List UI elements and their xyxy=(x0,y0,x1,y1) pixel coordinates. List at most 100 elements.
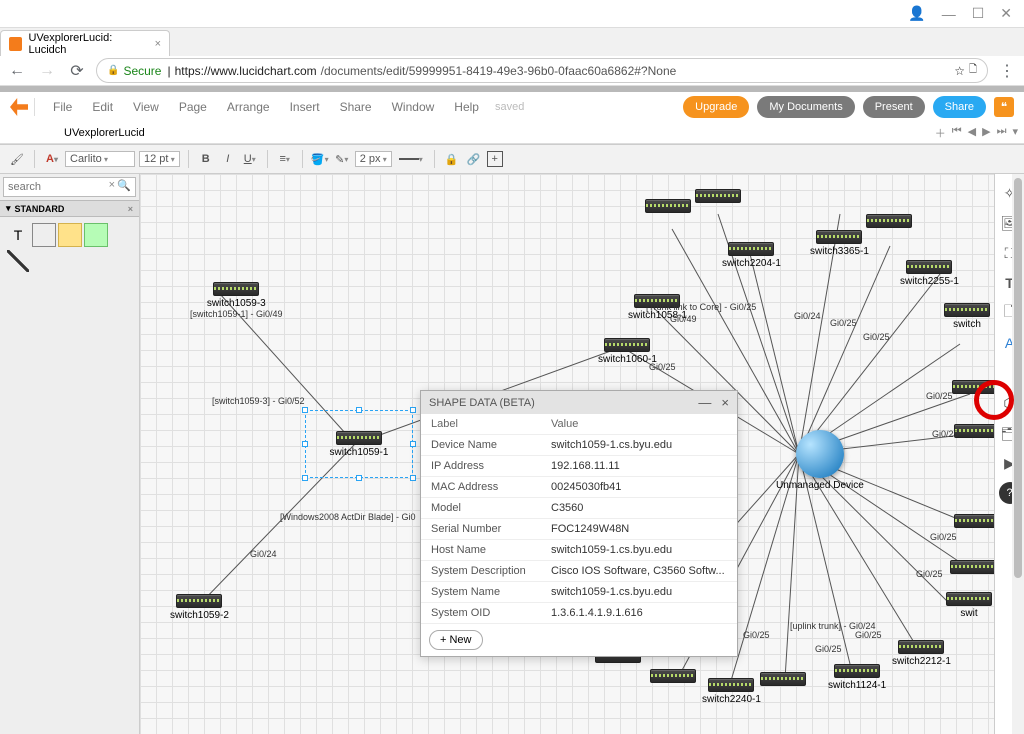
upgrade-button[interactable]: Upgrade xyxy=(683,96,749,118)
menu-help[interactable]: Help xyxy=(454,100,479,114)
node-switch3365-1[interactable]: switch3365-1 xyxy=(810,230,869,257)
close-panel-icon[interactable]: × xyxy=(721,395,729,410)
node-switch1060-1[interactable]: switch1060-1 xyxy=(598,338,657,365)
format-painter-icon[interactable]: 🖌 xyxy=(8,150,26,168)
menu-icon[interactable]: ⋮ xyxy=(996,60,1018,82)
my-documents-button[interactable]: My Documents xyxy=(757,96,854,118)
node-a[interactable] xyxy=(645,199,691,213)
prev-page-icon[interactable]: ◀ xyxy=(968,125,976,141)
node-switch2212-1[interactable]: switch2212-1 xyxy=(892,640,951,667)
menu-page[interactable]: Page xyxy=(179,100,207,114)
minimize-icon[interactable]: — xyxy=(942,6,956,22)
page-action-icon[interactable]: 🗋 xyxy=(969,62,977,79)
panel-title[interactable]: SHAPE DATA (BETA) —× xyxy=(421,391,737,414)
node-b[interactable] xyxy=(695,189,741,203)
share-button[interactable]: Share xyxy=(933,96,986,118)
edge-label: Gi0/25 xyxy=(855,630,882,640)
node-r5[interactable] xyxy=(950,560,994,574)
shape-options-icon[interactable]: + xyxy=(487,151,503,167)
close-tab-icon[interactable]: × xyxy=(155,38,161,50)
edge-label: [Trunk link to Core] - Gi0/25 xyxy=(646,302,756,312)
line-shape-icon[interactable] xyxy=(6,249,30,273)
secure-label: Secure xyxy=(123,64,161,78)
close-window-icon[interactable]: ✕ xyxy=(1000,5,1012,22)
clear-search-icon[interactable]: × xyxy=(109,179,115,191)
node-unmanaged-device[interactable]: Unmanaged Device xyxy=(776,430,864,491)
node-c[interactable] xyxy=(866,214,912,228)
menu-edit[interactable]: Edit xyxy=(92,100,113,114)
star-icon[interactable]: ☆ xyxy=(954,64,965,78)
lock-icon[interactable]: 🔒 xyxy=(443,150,461,168)
col-label: Label xyxy=(431,418,551,430)
link-icon[interactable]: 🔗 xyxy=(465,150,483,168)
note-shape-icon[interactable] xyxy=(58,223,82,247)
edge-label: Gi0/25 xyxy=(916,569,943,579)
node-b1[interactable] xyxy=(760,672,806,686)
node-b2[interactable] xyxy=(650,669,696,683)
favicon-icon xyxy=(9,37,22,51)
first-page-icon[interactable]: ⏮ xyxy=(952,125,962,141)
node-switch-r[interactable]: switch xyxy=(944,303,990,330)
italic-icon[interactable]: I xyxy=(219,150,237,168)
search-input[interactable] xyxy=(3,177,136,197)
minimize-panel-icon[interactable]: — xyxy=(698,395,711,410)
node-switch2255-1[interactable]: switch2255-1 xyxy=(900,260,959,287)
feedback-icon[interactable]: ❝ xyxy=(994,97,1014,117)
text-shape-icon[interactable]: T xyxy=(6,223,30,247)
node-switch1124-1[interactable]: switch1124-1 xyxy=(828,664,886,691)
back-icon[interactable]: ← xyxy=(6,60,28,82)
menu-share[interactable]: Share xyxy=(340,100,372,114)
node-switch1059-1[interactable]: switch1059-1 xyxy=(305,410,413,478)
lucidchart-logo-icon[interactable] xyxy=(10,98,28,116)
collapse-section-icon[interactable]: × xyxy=(128,204,133,214)
scrollbar[interactable] xyxy=(1012,174,1024,734)
page-menu-icon[interactable]: ▾ xyxy=(1012,125,1018,141)
node-switch2204-1[interactable]: switch2204-1 xyxy=(722,242,781,269)
text-color-icon[interactable]: A xyxy=(43,150,61,168)
node-r3[interactable] xyxy=(954,424,994,438)
line-width-select[interactable]: 2 px xyxy=(355,151,392,167)
next-page-icon[interactable]: ▶ xyxy=(982,125,990,141)
node-switch1059-2[interactable]: switch1059-2 xyxy=(170,594,229,621)
url-host: https://www.lucidchart.com xyxy=(175,64,317,78)
app-menu: File Edit View Page Arrange Insert Share… xyxy=(53,100,479,114)
font-family-select[interactable]: Carlito xyxy=(65,151,135,167)
menu-arrange[interactable]: Arrange xyxy=(227,100,270,114)
last-page-icon[interactable]: ⏭ xyxy=(997,125,1007,141)
menu-file[interactable]: File xyxy=(53,100,72,114)
panel-section-standard[interactable]: ▾STANDARD× xyxy=(0,200,139,217)
fill-color-icon[interactable]: 🪣 xyxy=(311,150,329,168)
font-size-select[interactable]: 12 pt xyxy=(139,151,180,167)
document-tab[interactable]: UVexplorerLucid xyxy=(50,125,159,141)
reload-icon[interactable]: ⟳ xyxy=(66,60,88,82)
edge-label: Gi0/25 xyxy=(930,532,957,542)
forward-icon[interactable]: → xyxy=(36,60,58,82)
shape-panel: × 🔍 ▾STANDARD× T xyxy=(0,174,140,734)
canvas[interactable]: switch1059-3 [switch1059-1] - Gi0/49 swi… xyxy=(140,174,994,734)
line-style-icon[interactable] xyxy=(396,150,426,168)
rectangle-shape-icon[interactable] xyxy=(32,223,56,247)
user-icon[interactable]: 👤 xyxy=(908,5,925,22)
menu-window[interactable]: Window xyxy=(392,100,435,114)
url-field[interactable]: 🔒 Secure | https://www.lucidchart.com/do… xyxy=(96,58,988,83)
node-switch2240-1[interactable]: switch2240-1 xyxy=(702,678,761,705)
edge-label: Gi0/24 xyxy=(794,311,821,321)
align-icon[interactable]: ≡ xyxy=(276,150,294,168)
data-row: ModelC3560 xyxy=(421,498,737,519)
present-button[interactable]: Present xyxy=(863,96,925,118)
shape-data-panel[interactable]: SHAPE DATA (BETA) —× Label Value Device … xyxy=(420,390,738,657)
add-page-icon[interactable]: ＋ xyxy=(935,125,946,141)
node-swit-r[interactable]: swit xyxy=(946,592,992,619)
block-shape-icon[interactable] xyxy=(84,223,108,247)
menu-insert[interactable]: Insert xyxy=(290,100,320,114)
maximize-icon[interactable]: ☐ xyxy=(972,5,985,22)
search-icon[interactable]: 🔍 xyxy=(117,179,131,192)
node-r4[interactable] xyxy=(954,514,994,528)
browser-tab[interactable]: UVexplorerLucid: Lucidch × xyxy=(0,30,170,56)
bold-icon[interactable]: B xyxy=(197,150,215,168)
underline-icon[interactable]: U xyxy=(241,150,259,168)
menu-view[interactable]: View xyxy=(133,100,159,114)
border-color-icon[interactable]: ✎ xyxy=(333,150,351,168)
node-switch1059-3[interactable]: switch1059-3 [switch1059-1] - Gi0/49 xyxy=(190,282,283,319)
new-property-button[interactable]: + New xyxy=(429,630,483,650)
